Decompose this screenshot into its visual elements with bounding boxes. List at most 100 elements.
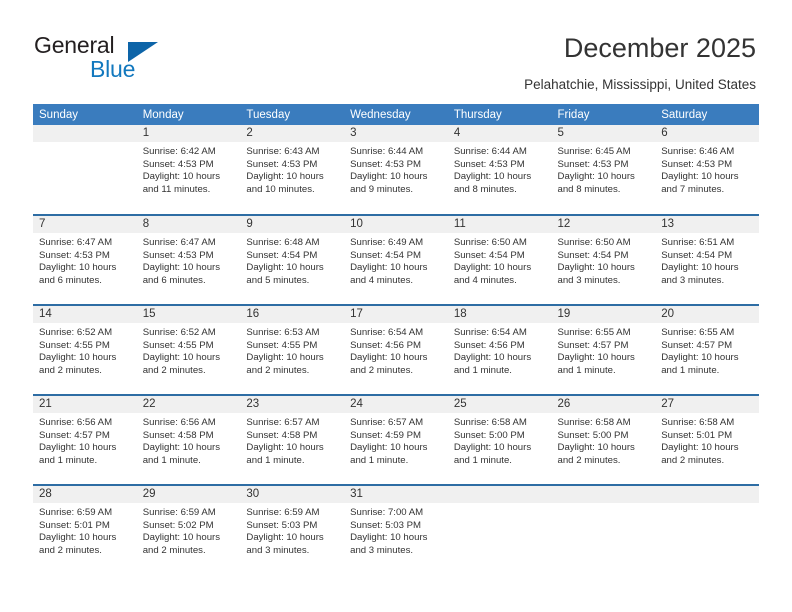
page-title: December 2025 — [563, 33, 756, 63]
calendar-day-cell[interactable]: 9 Sunrise: 6:48 AM Sunset: 4:54 PM Daylight… — [240, 214, 345, 305]
weekday-header-saturday: Saturday — [655, 104, 759, 125]
weekday-header-monday: Monday — [136, 104, 241, 125]
day-number: 12 — [551, 216, 656, 233]
sunrise-text: Sunrise: 6:53 AM — [246, 327, 320, 338]
calendar-day-cell[interactable]: 16 Sunrise: 6:53 AM Sunset: 4:55 PM Dayligh… — [240, 304, 345, 395]
daylight-text: Daylight: 10 hours and 2 minutes. — [246, 352, 324, 376]
day-details: Sunrise: 6:47 AM Sunset: 4:53 PM Daylight:… — [33, 233, 137, 287]
calendar-day-cell[interactable]: 1 Sunrise: 6:42 AM Sunset: 4:53 PM Daylight… — [136, 125, 241, 215]
sunrise-text: Sunrise: 6:57 AM — [246, 417, 320, 428]
calendar-day-cell[interactable]: 26 Sunrise: 6:58 AM Sunset: 5:00 PM Dayligh… — [551, 394, 656, 485]
calendar-day-cell[interactable]: 17 Sunrise: 6:54 AM Sunset: 4:56 PM Dayligh… — [344, 304, 448, 395]
day-number: 21 — [33, 396, 137, 413]
calendar-day-cell[interactable]: 13 Sunrise: 6:51 AM Sunset: 4:54 PM Dayligh… — [655, 214, 759, 305]
calendar-day-cell[interactable]: 24 Sunrise: 6:57 AM Sunset: 4:59 PM Dayligh… — [344, 394, 448, 485]
day-number: 9 — [240, 216, 345, 233]
sunset-text: Sunset: 5:03 PM — [246, 519, 318, 531]
day-details: Sunrise: 6:59 AM Sunset: 5:02 PM Daylight:… — [137, 503, 241, 557]
sunset-text: Sunset: 4:55 PM — [39, 339, 110, 351]
sunset-text: Sunset: 4:54 PM — [350, 249, 422, 261]
sunrise-text: Sunrise: 6:55 AM — [661, 327, 735, 338]
sunset-text: Sunset: 4:53 PM — [350, 158, 422, 170]
daylight-text: Daylight: 10 hours and 1 minute. — [39, 442, 117, 466]
calendar-day-cell[interactable]: 19 Sunrise: 6:55 AM Sunset: 4:57 PM Dayligh… — [551, 304, 656, 395]
day-details: Sunrise: 6:59 AM Sunset: 5:01 PM Daylight:… — [33, 503, 137, 557]
day-details: Sunrise: 6:56 AM Sunset: 4:57 PM Daylight:… — [33, 413, 137, 467]
daylight-text: Daylight: 10 hours and 3 minutes. — [661, 262, 739, 286]
calendar-day-cell[interactable]: 4 Sunrise: 6:44 AM Sunset: 4:53 PM Daylight… — [447, 125, 552, 215]
day-details: Sunrise: 6:55 AM Sunset: 4:57 PM Daylight:… — [655, 323, 759, 377]
day-number: 13 — [655, 216, 759, 233]
sunset-text: Sunset: 4:55 PM — [142, 339, 214, 351]
calendar-day-cell[interactable]: 31 Sunrise: 7:00 AM Sunset: 5:03 PM Dayligh… — [344, 484, 448, 575]
sunrise-text: Sunrise: 6:59 AM — [246, 507, 320, 518]
day-details: Sunrise: 6:44 AM Sunset: 4:53 PM Daylight:… — [448, 142, 552, 196]
calendar-day-cell[interactable]: 6 Sunrise: 6:46 AM Sunset: 4:53 PM Daylight… — [655, 125, 759, 215]
calendar-day-cell[interactable]: 30 Sunrise: 6:59 AM Sunset: 5:03 PM Dayligh… — [240, 484, 345, 575]
day-details: Sunrise: 6:58 AM Sunset: 5:01 PM Daylight:… — [655, 413, 759, 467]
calendar-cell-empty — [447, 484, 552, 575]
sunset-text: Sunset: 4:57 PM — [557, 339, 629, 351]
calendar-cell-empty — [33, 125, 137, 215]
day-details: Sunrise: 6:57 AM Sunset: 4:58 PM Daylight:… — [240, 413, 344, 467]
sunset-text: Sunset: 4:54 PM — [557, 249, 629, 261]
sunset-text: Sunset: 5:01 PM — [39, 519, 110, 531]
calendar-week-row: 21 Sunrise: 6:56 AM Sunset: 4:57 PM Dayligh… — [33, 394, 759, 485]
calendar-day-cell[interactable]: 20 Sunrise: 6:55 AM Sunset: 4:57 PM Dayligh… — [655, 304, 759, 395]
calendar-day-cell[interactable]: 8 Sunrise: 6:47 AM Sunset: 4:53 PM Daylight… — [136, 214, 241, 305]
sunrise-text: Sunrise: 6:49 AM — [350, 237, 424, 248]
daylight-text: Daylight: 10 hours and 2 minutes. — [557, 442, 635, 466]
day-details: Sunrise: 6:45 AM Sunset: 4:53 PM Daylight:… — [552, 142, 656, 196]
day-details: Sunrise: 6:50 AM Sunset: 4:54 PM Daylight:… — [448, 233, 552, 287]
daylight-text: Daylight: 10 hours and 3 minutes. — [557, 262, 635, 286]
calendar-day-cell[interactable]: 3 Sunrise: 6:44 AM Sunset: 4:53 PM Daylight… — [344, 125, 448, 215]
calendar-day-cell[interactable]: 29 Sunrise: 6:59 AM Sunset: 5:02 PM Dayligh… — [136, 484, 241, 575]
sunset-text: Sunset: 4:53 PM — [142, 249, 214, 261]
daylight-text: Daylight: 10 hours and 2 minutes. — [661, 442, 739, 466]
sunset-text: Sunset: 5:01 PM — [661, 429, 733, 441]
sunset-text: Sunset: 4:57 PM — [661, 339, 733, 351]
sunrise-text: Sunrise: 6:47 AM — [39, 237, 113, 248]
sunset-text: Sunset: 4:54 PM — [661, 249, 733, 261]
calendar-day-cell[interactable]: 10 Sunrise: 6:49 AM Sunset: 4:54 PM Dayligh… — [344, 214, 448, 305]
daylight-text: Daylight: 10 hours and 1 minute. — [453, 442, 532, 466]
general-blue-logo[interactable]: General Blue — [34, 32, 244, 92]
calendar-day-cell[interactable]: 25 Sunrise: 6:58 AM Sunset: 5:00 PM Dayligh… — [447, 394, 552, 485]
day-details: Sunrise: 6:54 AM Sunset: 4:56 PM Daylight:… — [448, 323, 552, 377]
sunset-text: Sunset: 4:53 PM — [557, 158, 629, 170]
calendar-day-cell[interactable]: 14 Sunrise: 6:52 AM Sunset: 4:55 PM Dayligh… — [33, 304, 137, 395]
day-number: 18 — [447, 306, 552, 323]
calendar-day-cell[interactable]: 15 Sunrise: 6:52 AM Sunset: 4:55 PM Dayligh… — [136, 304, 241, 395]
day-details: Sunrise: 6:47 AM Sunset: 4:53 PM Daylight:… — [137, 233, 241, 287]
sunset-text: Sunset: 4:53 PM — [453, 158, 525, 170]
day-details: Sunrise: 6:53 AM Sunset: 4:55 PM Daylight:… — [240, 323, 344, 377]
calendar-day-cell[interactable]: 21 Sunrise: 6:56 AM Sunset: 4:57 PM Dayligh… — [33, 394, 137, 485]
calendar-day-cell[interactable]: 12 Sunrise: 6:50 AM Sunset: 4:54 PM Dayligh… — [551, 214, 656, 305]
calendar-day-cell[interactable]: 27 Sunrise: 6:58 AM Sunset: 5:01 PM Dayligh… — [655, 394, 759, 485]
sunset-text: Sunset: 4:54 PM — [453, 249, 525, 261]
sunrise-text: Sunrise: 6:59 AM — [39, 507, 113, 518]
calendar-day-cell[interactable]: 7 Sunrise: 6:47 AM Sunset: 4:53 PM Daylight… — [33, 214, 137, 305]
calendar-day-cell[interactable]: 22 Sunrise: 6:56 AM Sunset: 4:58 PM Dayligh… — [136, 394, 241, 485]
daylight-text: Daylight: 10 hours and 4 minutes. — [453, 262, 532, 286]
sunset-text: Sunset: 4:57 PM — [39, 429, 110, 441]
daylight-text: Daylight: 10 hours and 7 minutes. — [661, 171, 739, 195]
day-details: Sunrise: 6:54 AM Sunset: 4:56 PM Daylight:… — [344, 323, 448, 377]
calendar-day-cell[interactable]: 2 Sunrise: 6:43 AM Sunset: 4:53 PM Daylight… — [240, 125, 345, 215]
day-number: 15 — [136, 306, 241, 323]
daylight-text: Daylight: 10 hours and 2 minutes. — [350, 352, 428, 376]
day-number: 10 — [344, 216, 448, 233]
sunset-text: Sunset: 5:00 PM — [453, 429, 525, 441]
calendar-day-cell[interactable]: 5 Sunrise: 6:45 AM Sunset: 4:53 PM Daylight… — [551, 125, 656, 215]
sunset-text: Sunset: 4:58 PM — [142, 429, 214, 441]
calendar-day-cell[interactable]: 11 Sunrise: 6:50 AM Sunset: 4:54 PM Dayligh… — [447, 214, 552, 305]
calendar-day-cell[interactable]: 23 Sunrise: 6:57 AM Sunset: 4:58 PM Dayligh… — [240, 394, 345, 485]
day-number — [33, 125, 137, 142]
daylight-text: Daylight: 10 hours and 4 minutes. — [350, 262, 428, 286]
day-number — [655, 486, 759, 503]
calendar-day-cell[interactable]: 28 Sunrise: 6:59 AM Sunset: 5:01 PM Dayligh… — [33, 484, 137, 575]
sunrise-text: Sunrise: 6:45 AM — [557, 146, 631, 157]
calendar-day-cell[interactable]: 18 Sunrise: 6:54 AM Sunset: 4:56 PM Dayligh… — [447, 304, 552, 395]
day-number: 22 — [136, 396, 241, 413]
daylight-text: Daylight: 10 hours and 1 minute. — [557, 352, 635, 376]
